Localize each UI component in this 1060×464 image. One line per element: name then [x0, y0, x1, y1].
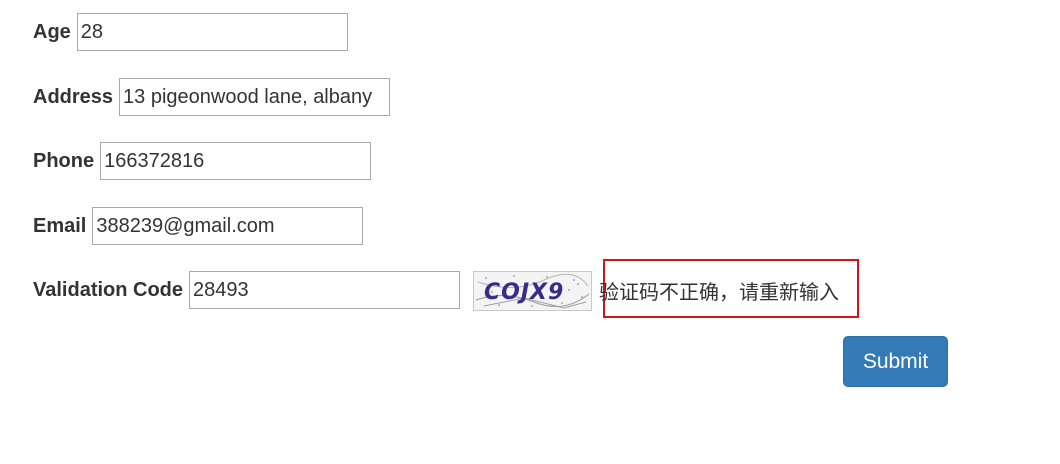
validation-code-label: Validation Code	[33, 278, 184, 301]
phone-label: Phone	[33, 149, 95, 172]
captcha-text: COJX9	[484, 280, 564, 305]
user-form: Age Address Phone Email Validation Code	[0, 0, 1060, 464]
address-row: Address	[33, 77, 391, 117]
age-label: Age	[33, 20, 71, 43]
email-input[interactable]	[92, 207, 364, 245]
address-label: Address	[33, 85, 114, 108]
phone-row: Phone	[33, 141, 372, 181]
validation-error-message: 验证码不正确，请重新输入	[599, 280, 839, 304]
captcha-graphic: COJX9	[474, 272, 591, 310]
age-input[interactable]	[76, 13, 348, 51]
validation-code-input[interactable]	[189, 271, 461, 309]
phone-input[interactable]	[100, 142, 372, 180]
address-input[interactable]	[119, 78, 391, 116]
captcha-image[interactable]: COJX9	[473, 271, 592, 311]
email-label: Email	[33, 214, 87, 237]
age-row: Age	[33, 12, 348, 52]
validation-row: Validation Code	[33, 270, 461, 310]
email-row: Email	[33, 206, 364, 246]
submit-button[interactable]: Submit	[843, 336, 948, 387]
